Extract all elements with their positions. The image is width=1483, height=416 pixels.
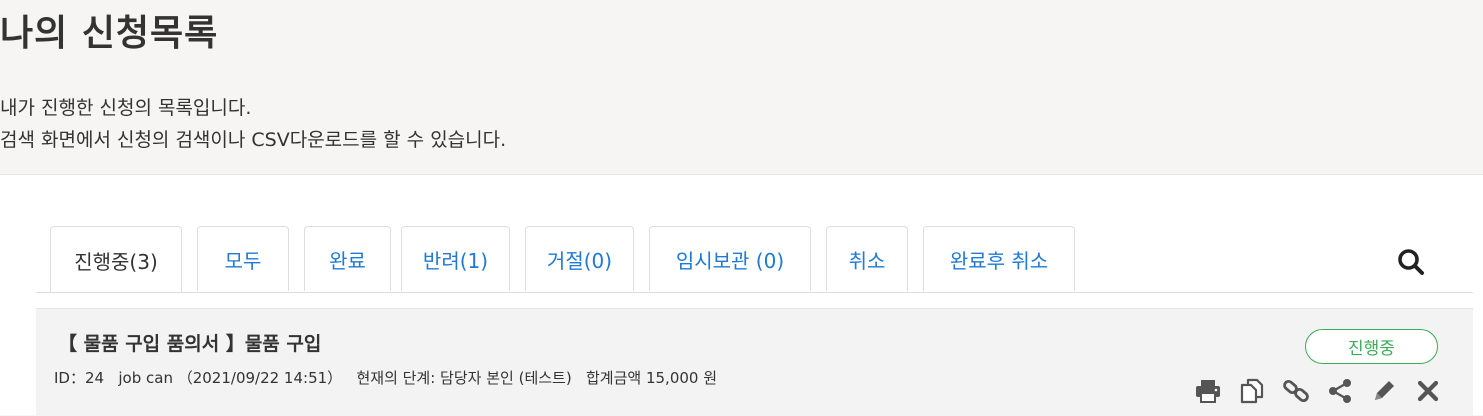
delete-icon (1417, 380, 1439, 402)
copy-icon (1240, 378, 1264, 404)
tab-all[interactable]: 모두 (197, 226, 289, 291)
tabs-divider (36, 292, 1473, 293)
tab-in-progress[interactable]: 진행중(3) (50, 226, 182, 293)
link-icon (1283, 379, 1309, 403)
share-icon (1329, 379, 1351, 403)
search-button[interactable] (1396, 247, 1426, 277)
edit-button[interactable] (1370, 377, 1398, 405)
description-line-2: 검색 화면에서 신청의 검색이나 CSV다운로드를 할 수 있습니다. (0, 129, 507, 151)
edit-icon (1375, 381, 1394, 400)
copy-button[interactable] (1238, 377, 1266, 405)
request-title[interactable]: 【 물품 구입 품의서 】물품 구입 (58, 329, 321, 356)
share-button[interactable] (1326, 377, 1354, 405)
search-icon (1398, 249, 1424, 275)
description-line-1: 내가 진행한 신청의 목록입니다. (0, 97, 252, 119)
tab-completed[interactable]: 완료 (304, 226, 391, 291)
request-list-panel: 진행중(3) 모두 완료 반려(1) 거절(0) 임시보관 (0) 취소 완료후… (0, 174, 1483, 416)
request-meta: ID：24 job can （2021/09/22 14:51） 현재의 단계:… (54, 369, 718, 387)
delete-button[interactable] (1414, 377, 1442, 405)
tab-cancelled[interactable]: 취소 (826, 226, 908, 291)
tab-draft[interactable]: 임시보관 (0) (649, 226, 811, 291)
print-icon (1196, 380, 1220, 403)
tab-rejected[interactable]: 거절(0) (525, 226, 634, 291)
page-description: 내가 진행한 신청의 목록입니다. 검색 화면에서 신청의 검색이나 CSV다운… (0, 92, 506, 156)
status-badge: 진행중 (1305, 329, 1438, 364)
link-button[interactable] (1282, 377, 1310, 405)
print-button[interactable] (1194, 377, 1222, 405)
tab-returned[interactable]: 반려(1) (401, 226, 510, 291)
tab-cancelled-after-complete[interactable]: 완료후 취소 (923, 226, 1075, 291)
request-row[interactable]: 【 물품 구입 품의서 】물품 구입 ID：24 job can （2021/0… (36, 308, 1473, 416)
page-title: 나의 신청목록 (0, 13, 219, 54)
